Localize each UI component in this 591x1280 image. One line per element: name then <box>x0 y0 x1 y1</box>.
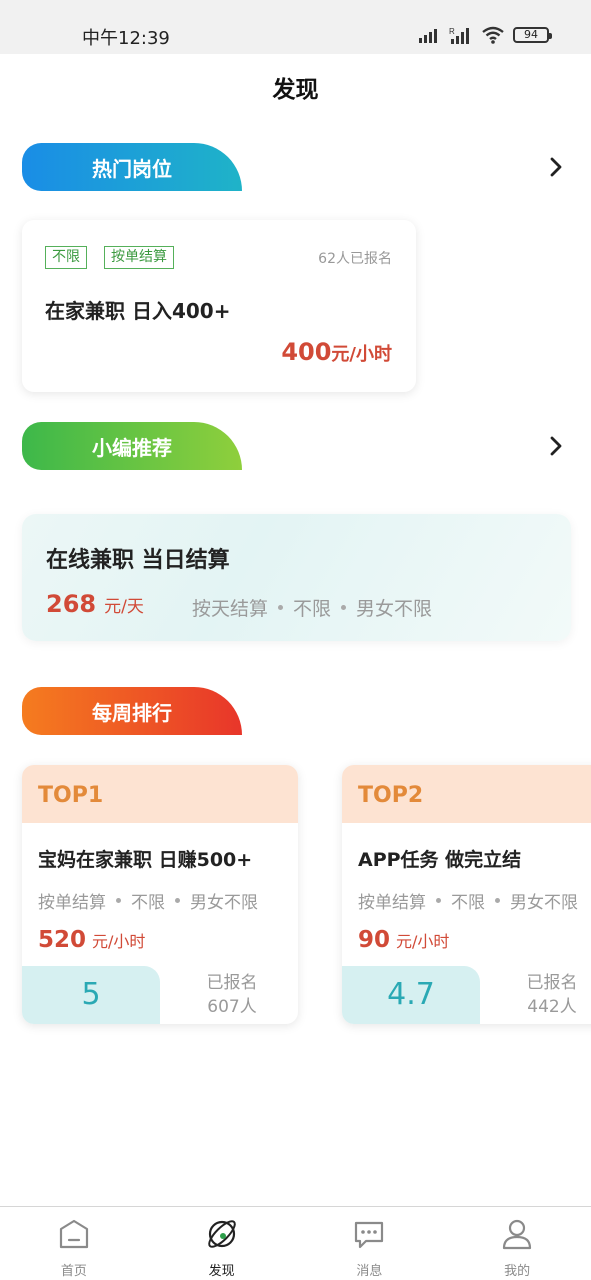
page-title: 发现 <box>272 77 319 103</box>
separator-dot <box>116 898 121 903</box>
tab-home[interactable]: 首页 <box>0 1207 148 1280</box>
meta-item: 不限 <box>293 598 332 620</box>
price-unit: 元/小时 <box>396 932 450 951</box>
separator-dot <box>436 898 441 903</box>
profile-icon <box>503 1219 532 1250</box>
meta-item: 男女不限 <box>190 893 258 913</box>
meta-item: 不限 <box>451 893 485 913</box>
price-number: 400 <box>281 338 332 366</box>
message-icon <box>355 1221 384 1249</box>
section-header-recommend: 小编推荐 <box>22 422 242 470</box>
bottom-tab-bar: 首页 发现 消息 我的 <box>0 1206 591 1280</box>
section-label-recommend: 小编推荐 <box>92 435 172 460</box>
battery-icon: 94 <box>513 27 552 43</box>
job-title: 在家兼职 日入400+ <box>45 299 231 323</box>
status-icons: R 94 <box>419 25 552 45</box>
signup-label: 已报名 <box>526 973 578 993</box>
rating-score: 4.7 <box>342 966 480 1024</box>
tab-label: 我的 <box>504 1264 531 1279</box>
job-price: 400元/小时 <box>281 338 392 366</box>
discover-icon <box>207 1220 236 1248</box>
meta-item: 男女不限 <box>356 598 433 620</box>
meta-item: 不限 <box>131 893 165 913</box>
tag-label: 按单结算 <box>104 246 174 269</box>
section-header-hot: 热门岗位 <box>22 143 242 191</box>
tab-label: 首页 <box>60 1264 87 1279</box>
section-header-weekly: 每周排行 <box>22 687 242 735</box>
chevron-right-icon[interactable] <box>545 435 567 457</box>
tab-label: 消息 <box>356 1264 383 1279</box>
ranking-header: TOP2 <box>342 765 591 823</box>
job-price: 268 元/天 <box>46 590 144 618</box>
section-label-hot: 热门岗位 <box>92 156 172 181</box>
job-meta: 按单结算 不限 男女不限 <box>358 888 578 913</box>
chevron-right-icon[interactable] <box>545 156 567 178</box>
recommend-job-card[interactable]: 在线兼职 当日结算 268 元/天 按天结算 不限 男女不限 <box>22 514 571 641</box>
price-number: 90 <box>358 927 391 953</box>
separator-dot <box>495 898 500 903</box>
rank-label: TOP1 <box>38 783 104 808</box>
ranking-card[interactable]: TOP1 宝妈在家兼职 日赚500+ 按单结算 不限 男女不限 520 元/小时 … <box>22 765 298 1024</box>
job-title: APP任务 做完立结 <box>358 849 522 871</box>
separator-dot <box>341 605 347 610</box>
status-time: 中午12:39 <box>82 28 170 49</box>
job-price: 520 元/小时 <box>38 927 145 953</box>
rank-label: TOP2 <box>358 783 424 808</box>
meta-item: 按天结算 <box>192 598 269 620</box>
separator-dot <box>278 605 284 610</box>
ranking-card[interactable]: TOP2 APP任务 做完立结 按单结算 不限 男女不限 90 元/小时 4.7 … <box>342 765 591 1024</box>
cellular-signal-icon <box>419 29 437 43</box>
price-unit: 元/小时 <box>92 932 146 951</box>
signup-count: 607人 <box>207 997 257 1017</box>
tab-discover[interactable]: 发现 <box>148 1207 296 1280</box>
job-title: 宝妈在家兼职 日赚500+ <box>38 849 253 871</box>
signup-info: 已报名 607人 <box>182 971 282 1019</box>
home-icon <box>59 1219 88 1249</box>
job-meta: 按天结算 不限 男女不限 <box>192 594 432 621</box>
price-unit: 元/天 <box>104 597 144 617</box>
signup-count: 62人已报名 <box>318 251 392 267</box>
signup-count: 442人 <box>527 997 577 1017</box>
job-meta: 按单结算 不限 男女不限 <box>38 888 258 913</box>
price-unit: 元/小时 <box>331 344 392 365</box>
battery-level: 94 <box>524 28 538 41</box>
ranking-header: TOP1 <box>22 765 298 823</box>
job-price: 90 元/小时 <box>358 927 449 953</box>
tab-profile[interactable]: 我的 <box>443 1207 591 1280</box>
meta-item: 按单结算 <box>358 893 426 913</box>
tab-messages[interactable]: 消息 <box>296 1207 444 1280</box>
price-number: 268 <box>46 590 97 618</box>
job-title: 在线兼职 当日结算 <box>46 548 230 573</box>
tag-label: 不限 <box>45 246 87 269</box>
section-label-weekly: 每周排行 <box>92 700 172 725</box>
signup-info: 已报名 442人 <box>502 971 591 1019</box>
cellular-signal-roaming-icon: R <box>449 27 469 44</box>
rating-score: 5 <box>22 966 160 1024</box>
hot-job-card[interactable]: 不限 按单结算 62人已报名 在家兼职 日入400+ 400元/小时 <box>22 220 416 392</box>
price-number: 520 <box>38 927 87 953</box>
status-bar: 中午12:39 R 94 <box>0 0 591 54</box>
meta-item: 按单结算 <box>38 893 106 913</box>
tab-label: 发现 <box>208 1264 235 1279</box>
wifi-icon <box>482 26 504 44</box>
svg-text:R: R <box>449 27 455 36</box>
separator-dot <box>175 898 180 903</box>
meta-item: 男女不限 <box>510 893 578 913</box>
signup-label: 已报名 <box>206 973 258 993</box>
